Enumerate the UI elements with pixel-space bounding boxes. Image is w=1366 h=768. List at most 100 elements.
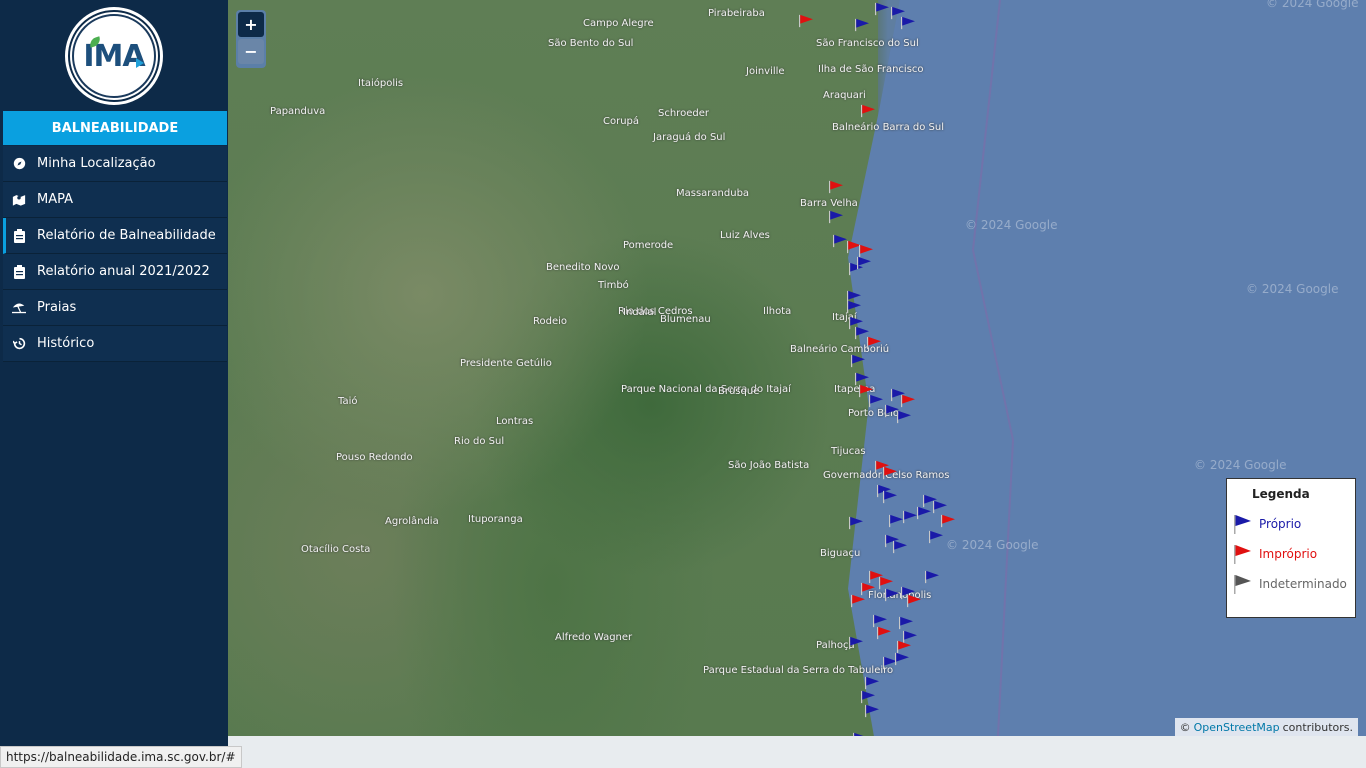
menu-item-mapa[interactable]: MAPA <box>3 182 227 218</box>
blue-flag-marker[interactable] <box>924 570 940 584</box>
blue-flag-marker[interactable] <box>850 354 866 368</box>
blue-flag-marker[interactable] <box>868 394 884 408</box>
menu-item-label: Relatório de Balneabilidade <box>37 228 216 243</box>
blue-flag-marker[interactable] <box>884 588 900 602</box>
openstreetmap-link[interactable]: OpenStreetMap <box>1194 721 1280 734</box>
blue-flag-marker[interactable] <box>896 410 912 424</box>
menu-item-relatorio-balneabilidade[interactable]: Relatório de Balneabilidade <box>3 218 227 254</box>
blue-flag-marker[interactable] <box>874 2 890 16</box>
sidebar-menu: Minha Localização MAPA Relatório de Baln… <box>3 146 227 362</box>
history-icon <box>12 337 26 351</box>
city-label: Pirabeiraba <box>708 8 765 19</box>
city-label: Indaial <box>623 307 657 318</box>
city-label: Corupá <box>603 116 640 127</box>
red-flag-marker[interactable] <box>828 180 844 194</box>
legend-label-indeterminado: Indeterminado <box>1259 577 1347 591</box>
blue-flag-marker[interactable] <box>852 732 868 736</box>
google-watermark: © 2024 Google <box>965 218 1058 232</box>
red-flag-marker[interactable] <box>866 336 882 350</box>
city-label: Massaranduba <box>676 188 750 199</box>
map-canvas[interactable]: Campo Alegre São Bento do Sul Pirabeiraba S… <box>228 0 1366 736</box>
city-label: Pomerode <box>623 240 674 251</box>
blue-flag-marker[interactable] <box>860 690 876 704</box>
city-label: Ilhota <box>763 306 792 317</box>
menu-item-label: Minha Localização <box>37 156 156 171</box>
city-label: Tijucas <box>831 446 866 457</box>
sidebar: IMA BALNEABILIDADE Minha Localização MAP… <box>0 0 228 768</box>
city-label: Luiz Alves <box>720 230 770 241</box>
blue-flag-marker[interactable] <box>900 16 916 30</box>
menu-title: BALNEABILIDADE <box>3 111 227 145</box>
red-flag-marker[interactable] <box>882 466 898 480</box>
city-label: Campo Alegre <box>583 18 654 29</box>
map-sea <box>848 0 1366 736</box>
blue-flag-marker[interactable] <box>864 704 880 718</box>
blue-flag-marker[interactable] <box>828 210 844 224</box>
blue-flag-marker[interactable] <box>846 300 862 314</box>
gray-flag-icon <box>1234 575 1251 594</box>
city-label: Rodeio <box>533 316 568 327</box>
legend-label-improprio: Impróprio <box>1259 547 1318 561</box>
city-label: Benedito Novo <box>546 262 620 273</box>
menu-item-label: Histórico <box>37 336 95 351</box>
city-label: Alfredo Wagner <box>555 632 633 643</box>
blue-flag-marker[interactable] <box>892 540 908 554</box>
zoom-out-button[interactable]: − <box>238 39 264 64</box>
google-watermark: © 2024 Google <box>1246 282 1339 296</box>
blue-flag-icon <box>1234 515 1251 534</box>
status-bar-url: https://balneabilidade.ima.sc.gov.br/# <box>0 746 242 768</box>
blue-flag-marker[interactable] <box>848 516 864 530</box>
ima-logo[interactable]: IMA <box>68 10 160 102</box>
city-label: Jaraguá do Sul <box>653 132 726 143</box>
map-legend: Legenda Próprio Impróprio Indeterminado <box>1226 478 1356 618</box>
umbrella-beach-icon <box>12 301 26 315</box>
compass-icon <box>12 157 26 171</box>
red-flag-marker[interactable] <box>876 626 892 640</box>
blue-flag-marker[interactable] <box>848 636 864 650</box>
city-label: Brusque <box>718 386 760 397</box>
city-label: Taió <box>338 396 358 407</box>
city-label: Araquari <box>823 90 866 101</box>
menu-item-relatorio-anual[interactable]: Relatório anual 2021/2022 <box>3 254 227 290</box>
blue-flag-marker[interactable] <box>864 676 880 690</box>
city-label: Papanduva <box>270 106 326 117</box>
blue-flag-marker[interactable] <box>928 530 944 544</box>
city-label: Presidente Getúlio <box>460 358 552 369</box>
city-label: Schroeder <box>658 108 709 119</box>
blue-flag-marker[interactable] <box>894 652 910 666</box>
city-label: Itaiópolis <box>358 78 404 89</box>
red-flag-marker[interactable] <box>900 394 916 408</box>
city-label: Joinville <box>746 66 785 77</box>
city-label: Lontras <box>496 416 534 427</box>
red-flag-marker[interactable] <box>860 104 876 118</box>
blue-flag-marker[interactable] <box>898 616 914 630</box>
blue-flag-marker[interactable] <box>882 490 898 504</box>
red-flag-marker[interactable] <box>850 594 866 608</box>
red-flag-marker[interactable] <box>940 514 956 528</box>
city-label: Otacílio Costa <box>301 544 371 555</box>
red-flag-marker[interactable] <box>798 14 814 28</box>
red-flag-marker[interactable] <box>906 594 922 608</box>
clipboard-icon <box>12 228 26 243</box>
city-label: Ituporanga <box>468 514 523 525</box>
google-watermark: © 2024 Google <box>1194 458 1287 472</box>
menu-item-praias[interactable]: Praias <box>3 290 227 326</box>
blue-flag-marker[interactable] <box>932 500 948 514</box>
clipboard-icon <box>12 264 26 279</box>
menu-item-historico[interactable]: Histórico <box>3 326 227 362</box>
google-watermark: © 2024 Google <box>946 538 1039 552</box>
city-label: São Francisco do Sul <box>816 38 919 49</box>
blue-flag-marker[interactable] <box>854 18 870 32</box>
city-label: Biguaçu <box>820 548 861 559</box>
map-icon <box>12 193 26 207</box>
menu-item-label: Praias <box>37 300 77 315</box>
menu-item-label: MAPA <box>37 192 74 207</box>
city-label: Rio do Sul <box>454 436 505 447</box>
zoom-in-button[interactable]: + <box>238 12 264 37</box>
blue-flag-marker[interactable] <box>916 506 932 520</box>
blue-flag-marker[interactable] <box>856 256 872 270</box>
menu-item-minha-localizacao[interactable]: Minha Localização <box>3 146 227 182</box>
legend-item-indeterminado: Indeterminado <box>1233 573 1347 595</box>
legend-label-proprio: Próprio <box>1259 517 1302 531</box>
google-watermark: © 2024 Google <box>1266 0 1359 10</box>
